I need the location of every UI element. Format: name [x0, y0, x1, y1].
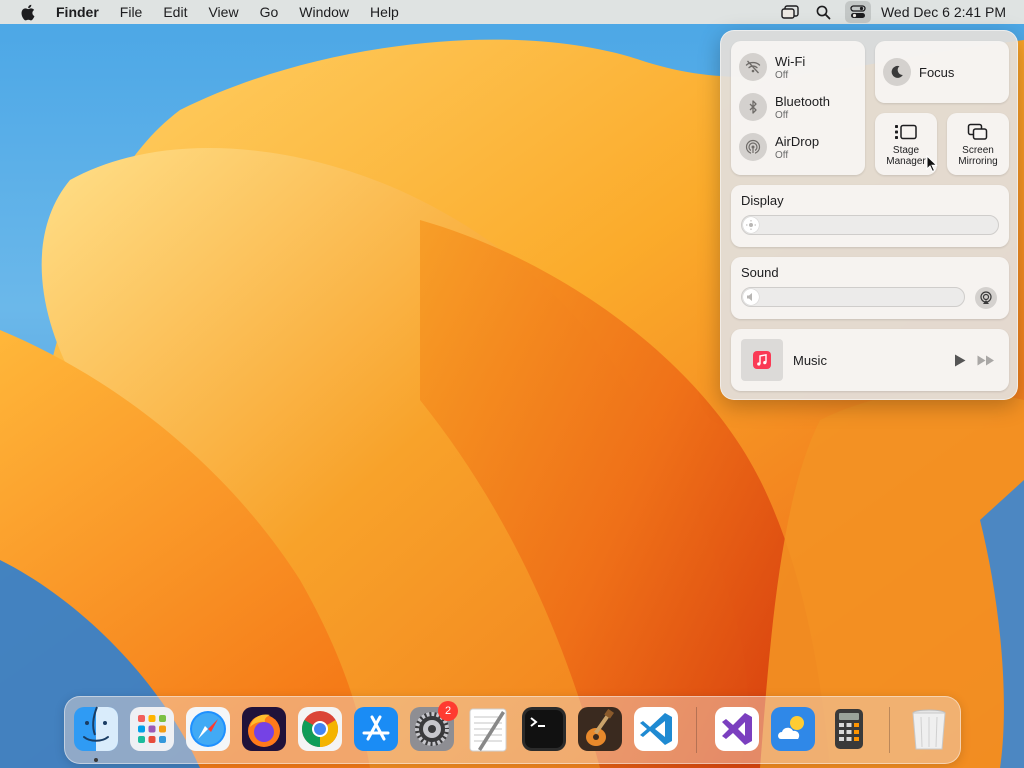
moon-icon [883, 58, 911, 86]
control-center-icon[interactable] [844, 1, 871, 23]
connectivity-tile: Wi-Fi Off Bluetooth Off AirDrop Off [731, 41, 865, 175]
dock-firefox[interactable] [240, 705, 288, 753]
dock-launchpad[interactable] [128, 705, 176, 753]
menu-go[interactable]: Go [260, 0, 279, 24]
focus-label: Focus [919, 64, 955, 80]
menu-window[interactable]: Window [299, 0, 349, 24]
bluetooth-status: Off [775, 109, 789, 121]
textedit-icon [469, 708, 507, 752]
dock-app-store[interactable] [352, 705, 400, 753]
dock-separator [696, 707, 697, 753]
dock-system-settings[interactable]: 2 [408, 701, 458, 753]
dock-vscode[interactable] [632, 705, 680, 753]
airplay-audio-icon[interactable] [975, 287, 997, 309]
menu-bar: Finder File Edit View Go Window Help Wed… [0, 0, 1024, 24]
airdrop-label: AirDrop [775, 133, 820, 149]
stage-manager-icon[interactable] [777, 1, 803, 23]
dock-textedit[interactable] [464, 705, 512, 753]
launchpad-icon [130, 707, 174, 751]
airdrop-icon [739, 133, 767, 161]
dock-terminal[interactable] [520, 705, 568, 753]
safari-icon [186, 707, 230, 751]
screen-mirroring-icon [967, 121, 989, 143]
finder-icon [74, 706, 118, 751]
display-tile: Display [731, 185, 1009, 247]
stage-manager-icon [894, 121, 918, 143]
music-label: Music [793, 352, 827, 368]
spotlight-search-icon[interactable] [811, 1, 837, 23]
trash-icon [912, 709, 946, 750]
dock-weather[interactable] [769, 705, 817, 753]
display-title: Display [741, 193, 784, 208]
menubar-clock[interactable]: Wed Dec 6 2:41 PM [881, 4, 1006, 20]
wifi-status: Off [775, 69, 789, 81]
dock-separator [889, 707, 890, 753]
calculator-icon [835, 709, 863, 749]
focus-tile[interactable]: Focus [875, 41, 1009, 103]
firefox-icon [242, 707, 286, 751]
airdrop-toggle[interactable]: AirDrop Off [739, 133, 819, 161]
wifi-off-icon [739, 53, 767, 81]
dock-finder[interactable] [72, 705, 120, 753]
sound-tile: Sound [731, 257, 1009, 319]
settings-notification-badge: 2 [438, 701, 458, 721]
chrome-icon [298, 707, 342, 751]
dock-visual-studio[interactable] [713, 705, 761, 753]
screen-mirroring-label: Screen Mirroring [958, 145, 998, 167]
menu-edit[interactable]: Edit [163, 0, 187, 24]
brightness-icon[interactable] [743, 217, 759, 233]
finder-running-indicator [94, 758, 98, 762]
control-center-panel: Wi-Fi Off Bluetooth Off AirDrop Off Focu… [720, 30, 1018, 400]
terminal-icon [522, 707, 566, 751]
screen-mirroring-tile[interactable]: Screen Mirroring [947, 113, 1009, 175]
vscode-icon [634, 707, 678, 751]
dock-garageband[interactable] [576, 705, 624, 753]
apple-menu-icon[interactable] [16, 0, 38, 24]
fast-forward-icon[interactable] [975, 351, 997, 369]
speaker-icon[interactable] [743, 289, 759, 305]
menu-file[interactable]: File [120, 0, 143, 24]
airdrop-status: Off [775, 149, 789, 161]
dock: 2 [64, 696, 961, 764]
music-app-icon [741, 339, 783, 381]
volume-slider[interactable] [741, 287, 965, 307]
menu-view[interactable]: View [208, 0, 238, 24]
weather-icon [771, 707, 815, 751]
dock-trash[interactable] [905, 705, 953, 753]
dock-chrome[interactable] [296, 705, 344, 753]
play-icon[interactable] [953, 351, 967, 369]
app-store-icon [354, 707, 398, 751]
visual-studio-icon [715, 707, 759, 751]
menu-finder[interactable]: Finder [56, 0, 99, 24]
now-playing-tile[interactable]: Music [731, 329, 1009, 391]
sound-title: Sound [741, 265, 779, 280]
brightness-slider[interactable] [741, 215, 999, 235]
bluetooth-toggle[interactable]: Bluetooth Off [739, 93, 830, 121]
wifi-toggle[interactable]: Wi-Fi Off [739, 53, 805, 81]
dock-safari[interactable] [184, 705, 232, 753]
wifi-label: Wi-Fi [775, 53, 806, 69]
mouse-cursor-icon [926, 154, 938, 178]
bluetooth-icon [739, 93, 767, 121]
bluetooth-label: Bluetooth [775, 93, 830, 109]
menu-help[interactable]: Help [370, 0, 399, 24]
garageband-icon [578, 707, 622, 751]
dock-calculator[interactable] [825, 705, 873, 753]
